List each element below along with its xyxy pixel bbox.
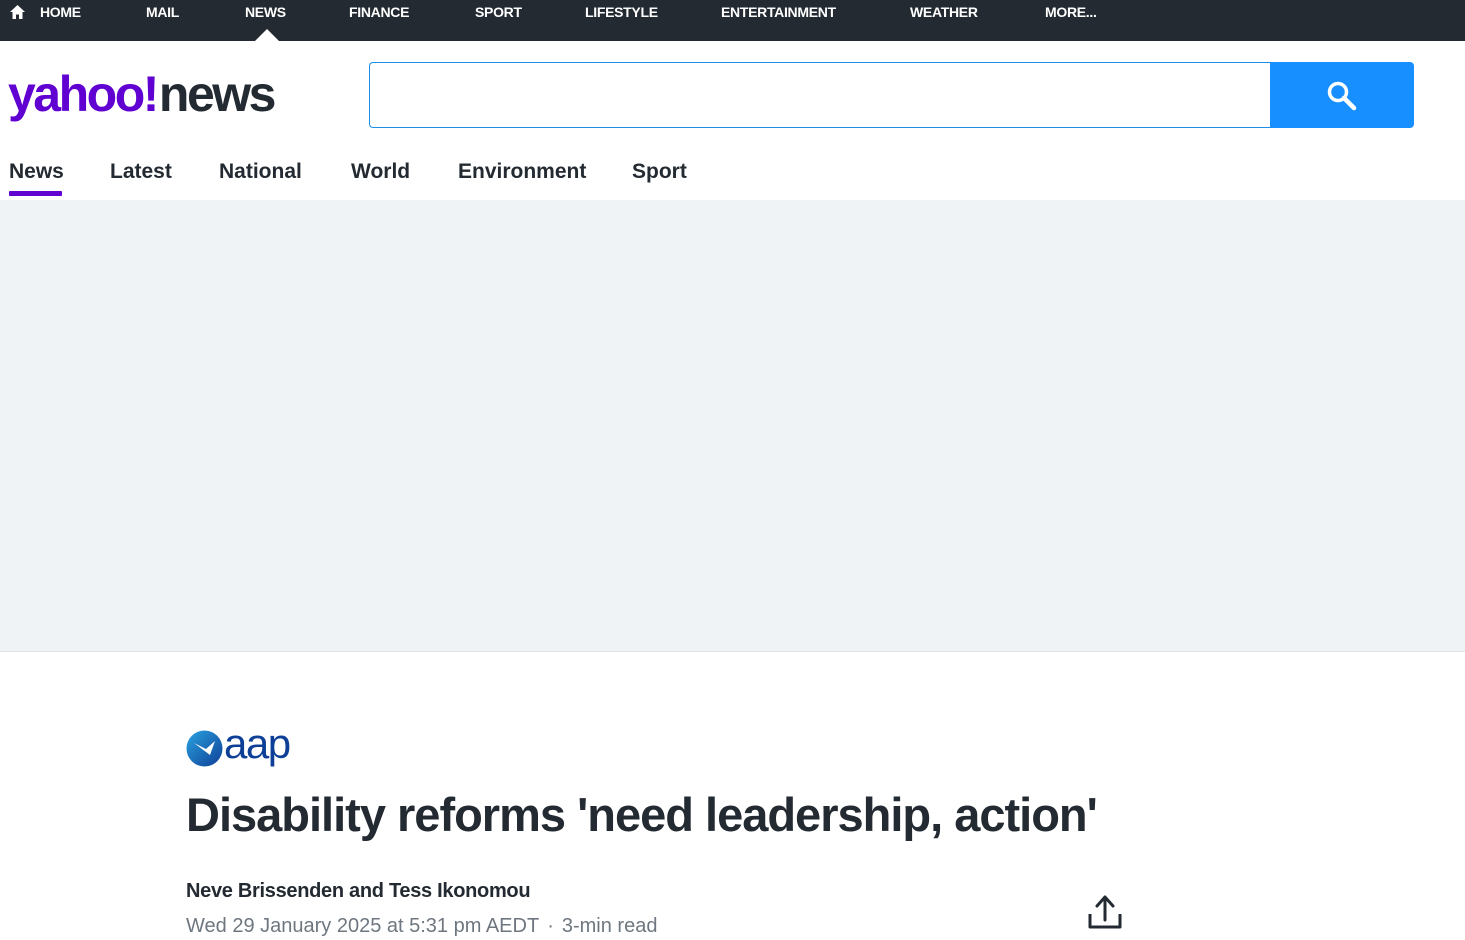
search-button[interactable] <box>1270 62 1414 128</box>
aap-logo-mark <box>186 730 223 767</box>
share-icon <box>1088 895 1122 929</box>
logo-news-text: news <box>158 66 277 122</box>
topnav-mail[interactable]: MAIL <box>146 0 179 24</box>
search-input[interactable] <box>369 62 1271 128</box>
article-headline: Disability reforms 'need leadership, act… <box>186 788 1098 841</box>
tab-latest[interactable]: Latest <box>110 158 172 188</box>
tab-sport[interactable]: Sport <box>632 158 687 188</box>
topnav-lifestyle[interactable]: LIFESTYLE <box>585 0 658 24</box>
topnav-more[interactable]: MORE... <box>1045 0 1097 24</box>
home-icon[interactable] <box>9 4 26 20</box>
topnav-entertainment[interactable]: ENTERTAINMENT <box>721 0 836 24</box>
topnav-weather[interactable]: WEATHER <box>910 0 978 24</box>
article-byline: Neve Brissenden and Tess Ikonomou <box>186 880 531 902</box>
active-tab-underline <box>9 191 62 196</box>
ad-placeholder <box>0 200 1465 652</box>
topnav-finance[interactable]: FINANCE <box>349 0 409 24</box>
topnav-sport[interactable]: SPORT <box>475 0 522 24</box>
yahoo-news-logo[interactable]: yahoo!news <box>8 66 277 122</box>
meta-separator: · <box>547 915 554 937</box>
topnav-home[interactable]: HOME <box>40 0 81 24</box>
tab-national[interactable]: National <box>219 158 302 188</box>
article-date: Wed 29 January 2025 at 5:31 pm AEDT <box>186 915 540 937</box>
top-navigation: HOME MAIL NEWS FINANCE SPORT LIFESTYLE E… <box>0 0 1465 41</box>
article-meta: Wed 29 January 2025 at 5:31 pm AEDT · 3-mi… <box>186 913 657 939</box>
tab-environment[interactable]: Environment <box>458 158 586 188</box>
share-button[interactable] <box>1086 892 1124 932</box>
active-tab-caret <box>255 29 279 41</box>
tab-news[interactable]: News <box>9 158 64 188</box>
source-logo[interactable]: aap <box>186 722 306 772</box>
topnav-news[interactable]: NEWS <box>245 0 286 24</box>
search-icon <box>1327 81 1357 111</box>
tab-world[interactable]: World <box>351 158 410 188</box>
logo-yahoo-text: yahoo! <box>8 66 159 122</box>
aap-logo-text: aap <box>224 720 291 767</box>
read-time: 3-min read <box>561 915 658 937</box>
